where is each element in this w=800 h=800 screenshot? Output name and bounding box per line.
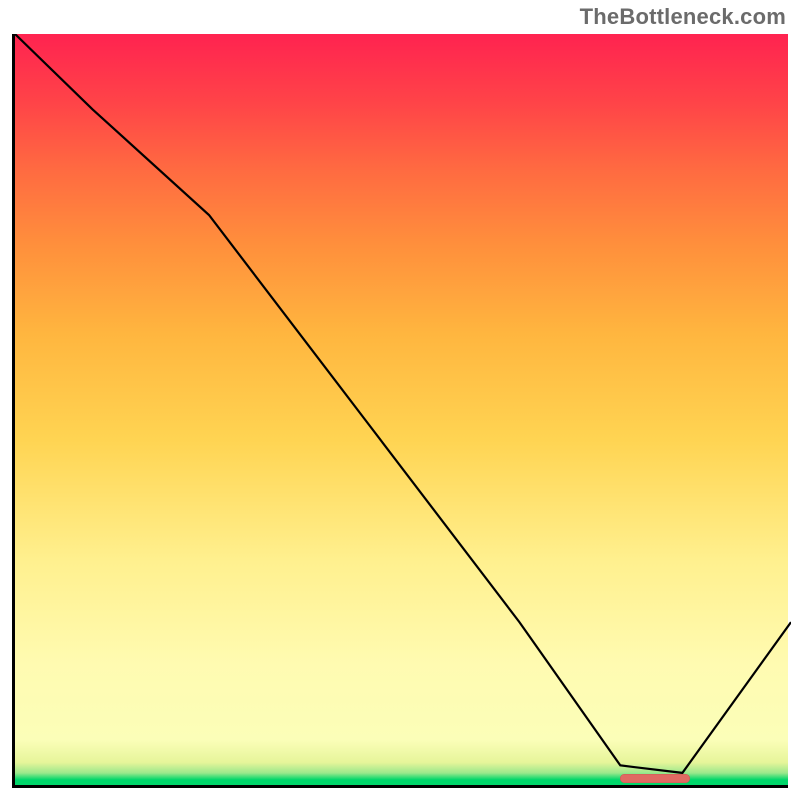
bottleneck-curve (15, 34, 791, 788)
optimal-marker (620, 774, 690, 783)
chart-container: TheBottleneck.com (0, 0, 800, 800)
watermark-text: TheBottleneck.com (580, 4, 786, 30)
plot-area (12, 34, 788, 788)
